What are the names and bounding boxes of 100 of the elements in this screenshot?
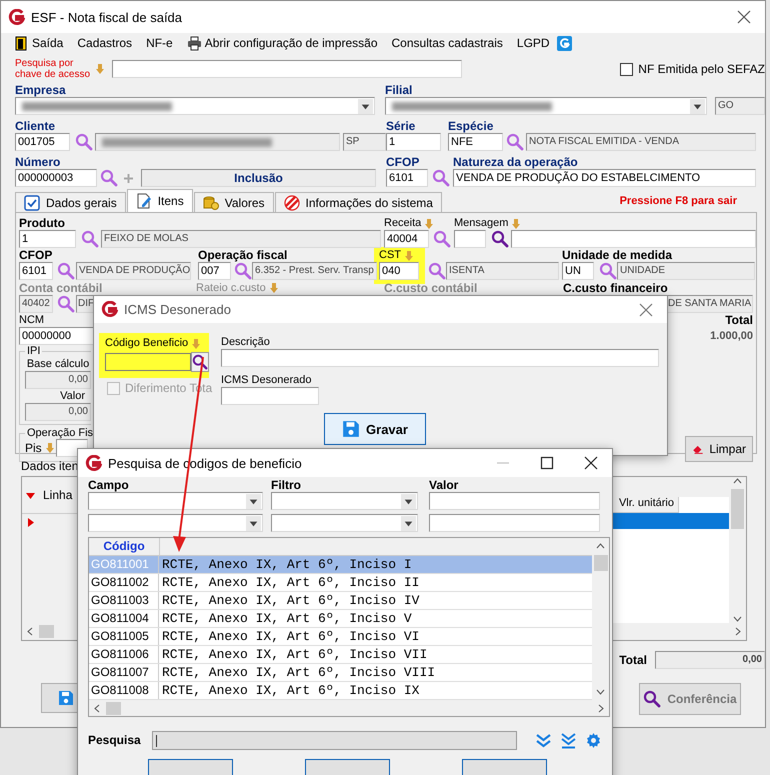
- field-label: Receita: [384, 217, 422, 230]
- text-field[interactable]: 000000003: [15, 169, 97, 187]
- close-icon[interactable]: [737, 10, 751, 24]
- text-field[interactable]: 6101: [386, 169, 428, 187]
- text-field[interactable]: FEIXO DE MOLAS: [101, 230, 381, 248]
- text-field[interactable]: [105, 353, 191, 371]
- dialog-button[interactable]: [462, 759, 547, 775]
- table-row[interactable]: GO811003 RCTE, Anexo IX, Art 6º, Inciso IV: [89, 592, 592, 610]
- tab[interactable]: Informações do sistema: [274, 192, 442, 212]
- text-field[interactable]: 0,00: [25, 371, 91, 389]
- maximize-icon[interactable]: [540, 456, 554, 470]
- text-field[interactable]: NFE: [448, 133, 503, 151]
- menu-item[interactable]: Saída: [7, 36, 70, 50]
- search-field[interactable]: [152, 731, 517, 750]
- text-field[interactable]: NOTA FISCAL EMITIDA - VENDA: [526, 133, 756, 151]
- search-icon[interactable]: [491, 230, 509, 248]
- scroll-down-icon[interactable]: [733, 614, 742, 623]
- app-logo-icon[interactable]: [556, 36, 572, 50]
- text-field[interactable]: 040: [379, 262, 419, 280]
- close-icon[interactable]: [584, 456, 598, 470]
- field-label: C.custo contábil: [384, 281, 478, 295]
- save-button[interactable]: Gravar: [324, 413, 426, 445]
- table-row[interactable]: GO811007 RCTE, Anexo IX, Art 6º, Inciso VIII: [89, 664, 592, 682]
- tab[interactable]: Dados gerais: [15, 192, 126, 212]
- double-chevron-down-icon[interactable]: [535, 732, 552, 749]
- settings-icon[interactable]: [585, 732, 602, 749]
- scrollbar-thumb[interactable]: [39, 625, 54, 638]
- scrollbar-thumb[interactable]: [731, 489, 744, 529]
- dropdown-field[interactable]: [271, 514, 418, 532]
- checkbox[interactable]: [620, 62, 634, 76]
- text-field[interactable]: [511, 230, 756, 248]
- column-header[interactable]: Vlr. unitário: [611, 497, 679, 513]
- column-header[interactable]: Linha: [39, 488, 72, 502]
- plus-icon[interactable]: [122, 172, 135, 184]
- text-field[interactable]: GO: [715, 97, 765, 115]
- dropdown-field[interactable]: [385, 97, 707, 115]
- dialog-button[interactable]: [148, 759, 233, 775]
- text-field[interactable]: [112, 60, 462, 78]
- table-row[interactable]: GO811005 RCTE, Anexo IX, Art 6º, Inciso VI: [89, 628, 592, 646]
- vertical-scrollbar[interactable]: [729, 477, 746, 623]
- table-cell: GO811006: [89, 646, 159, 663]
- text-field[interactable]: UN: [562, 262, 594, 280]
- text-field[interactable]: 6101: [19, 262, 53, 280]
- menu-item[interactable]: NF-e: [139, 36, 180, 50]
- text-field[interactable]: SP: [343, 133, 386, 151]
- door-icon: [14, 36, 29, 50]
- menu-item[interactable]: Abrir configuração de impressão: [180, 36, 384, 50]
- field-label: CST: [379, 249, 401, 262]
- dropdown-field[interactable]: [88, 514, 263, 532]
- scroll-down-icon[interactable]: [596, 687, 605, 696]
- save-button[interactable]: [41, 683, 79, 713]
- text-field[interactable]: 007: [198, 262, 231, 280]
- sort-down-icon[interactable]: [26, 490, 35, 500]
- text-field[interactable]: VENDA DE PRODUÇÃO DO ESTABELCIMENTO: [453, 169, 756, 187]
- scroll-up-icon[interactable]: [596, 542, 605, 551]
- text-field[interactable]: UNIDADE: [617, 262, 755, 280]
- menu-item[interactable]: LGPD: [510, 36, 557, 50]
- tab[interactable]: Itens: [126, 189, 193, 212]
- scroll-left-icon[interactable]: [26, 627, 35, 636]
- text-field[interactable]: 00000000: [19, 327, 94, 345]
- dropdown-field[interactable]: [271, 492, 418, 510]
- text-field[interactable]: 40004: [384, 230, 429, 248]
- menu-item[interactable]: Consultas cadastrais: [384, 36, 510, 50]
- table-row[interactable]: GO811004 RCTE, Anexo IX, Art 6º, Inciso V: [89, 610, 592, 628]
- field-label: Filial: [385, 84, 412, 96]
- clear-button[interactable]: Limpar: [685, 436, 753, 462]
- tab[interactable]: Valores: [194, 192, 274, 212]
- dropdown-field[interactable]: [88, 492, 263, 510]
- scroll-right-icon[interactable]: [596, 704, 605, 712]
- text-field[interactable]: [454, 230, 486, 248]
- text-field[interactable]: 0,00: [25, 403, 91, 421]
- text-field[interactable]: [221, 387, 319, 405]
- table-row[interactable]: GO811006 RCTE, Anexo IX, Art 6º, Inciso VII: [89, 646, 592, 664]
- menu-item[interactable]: Cadastros: [70, 36, 140, 50]
- dropdown-field[interactable]: [15, 97, 375, 115]
- search-icon[interactable]: [643, 690, 662, 708]
- text-field[interactable]: DE SANTA MARIA: [665, 295, 753, 313]
- field-label: Valor: [59, 390, 86, 402]
- scrollbar-thumb[interactable]: [106, 702, 121, 714]
- text-field[interactable]: [95, 133, 340, 151]
- scroll-left-icon[interactable]: [93, 704, 102, 712]
- chevron-down-line-icon[interactable]: [560, 732, 577, 749]
- text-field[interactable]: [221, 349, 659, 367]
- text-field[interactable]: 6.352 - Prest. Serv. Transp: [252, 262, 377, 280]
- text-field[interactable]: 1: [386, 133, 441, 151]
- text-field[interactable]: 0,00: [655, 651, 765, 669]
- text-field[interactable]: 1: [19, 230, 76, 248]
- scroll-up-icon[interactable]: [733, 477, 742, 486]
- table-row[interactable]: GO811001 RCTE, Anexo IX, Art 6º, Inciso I: [89, 556, 592, 574]
- table-row[interactable]: GO811002 RCTE, Anexo IX, Art 6º, Inciso II: [89, 574, 592, 592]
- text-field[interactable]: VENDA DE PRODUÇÃO: [76, 262, 191, 280]
- text-field[interactable]: 001705: [15, 133, 70, 151]
- text-field[interactable]: [429, 514, 600, 532]
- column-header[interactable]: Código: [89, 538, 160, 555]
- down-arrow-icon: [405, 250, 413, 260]
- scrollbar-thumb[interactable]: [594, 555, 608, 571]
- dialog-button[interactable]: [305, 759, 390, 775]
- text-field[interactable]: [429, 492, 600, 510]
- text-field[interactable]: ISENTA: [446, 262, 559, 280]
- scroll-right-icon[interactable]: [733, 627, 742, 636]
